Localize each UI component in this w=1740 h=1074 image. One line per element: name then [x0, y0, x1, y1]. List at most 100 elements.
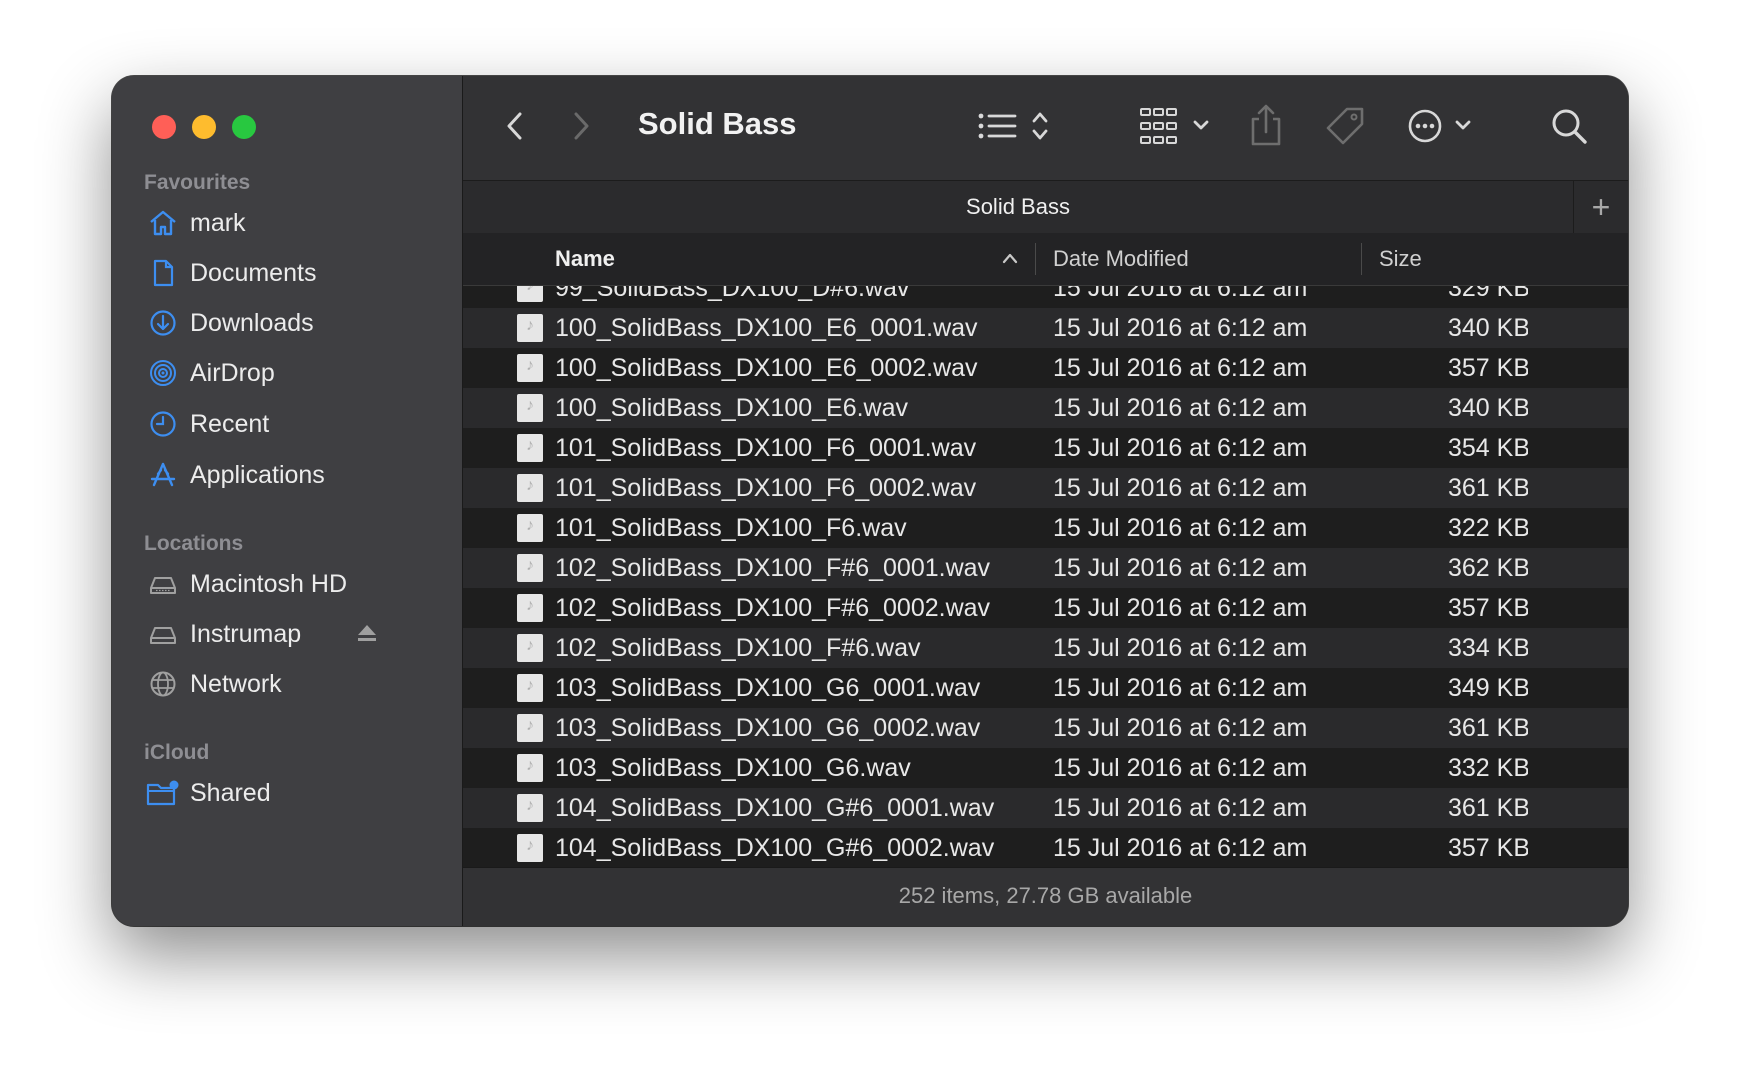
file-name: 102_SolidBass_DX100_F#6_0002.wav	[555, 594, 991, 622]
file-name: 101_SolidBass_DX100_F6.wav	[555, 514, 907, 542]
sidebar-item-label: mark	[190, 208, 246, 237]
column-divider[interactable]	[1035, 243, 1036, 275]
sidebar-item-instrumap[interactable]: Instrumap	[132, 610, 452, 658]
sidebar-item-shared[interactable]: Shared	[132, 769, 452, 817]
audio-file-icon: ♪	[517, 794, 543, 822]
column-name[interactable]: Name	[555, 233, 615, 285]
column-date-modified[interactable]: Date Modified	[1053, 233, 1189, 285]
group-button[interactable]	[1139, 106, 1215, 146]
audio-file-icon: ♪	[517, 834, 543, 862]
minimize-button[interactable]	[192, 115, 216, 139]
column-divider[interactable]	[1361, 243, 1362, 275]
ellipsis-circle-icon	[1408, 109, 1471, 143]
sidebar-item-label: Downloads	[190, 308, 314, 337]
file-date-modified: 15 Jul 2016 at 6:12 am	[1053, 434, 1308, 462]
download-icon	[146, 306, 180, 340]
file-size: 361 KB	[1448, 714, 1528, 742]
sidebar-item-downloads[interactable]: Downloads	[132, 299, 452, 347]
sidebar-item-mark[interactable]: mark	[132, 199, 452, 247]
file-date-modified: 15 Jul 2016 at 6:12 am	[1053, 554, 1308, 582]
view-options-button[interactable]	[975, 106, 1059, 146]
file-date-modified: 15 Jul 2016 at 6:12 am	[1053, 834, 1308, 862]
sidebar-item-applications[interactable]: Applications	[132, 451, 452, 499]
file-date-modified: 15 Jul 2016 at 6:12 am	[1053, 714, 1308, 742]
file-name: 100_SolidBass_DX100_E6.wav	[555, 394, 909, 422]
airdrop-icon	[146, 356, 180, 390]
table-row[interactable]: ♪ 101_SolidBass_DX100_F6.wav 15 Jul 2016 a…	[463, 508, 1628, 548]
table-row[interactable]: ♪ 104_SolidBass_DX100_G#6_0001.wav 15 Jul …	[463, 788, 1628, 828]
sidebar-item-recent[interactable]: Recent	[132, 400, 452, 448]
file-name: 103_SolidBass_DX100_G6_0001.wav	[555, 674, 981, 702]
file-size: 361 KB	[1448, 794, 1528, 822]
tab-solid-bass[interactable]: Solid Bass	[463, 181, 1573, 233]
file-name: 101_SolidBass_DX100_F6_0001.wav	[555, 434, 977, 462]
table-row[interactable]: ♪ 101_SolidBass_DX100_F6_0002.wav 15 Jul 2…	[463, 468, 1628, 508]
file-date-modified: 15 Jul 2016 at 6:12 am	[1053, 794, 1308, 822]
table-row[interactable]: ♪ 100_SolidBass_DX100_E6_0001.wav 15 Jul 2…	[463, 308, 1628, 348]
window-title: Solid Bass	[638, 106, 797, 141]
table-row[interactable]: ♪ 99_SolidBass_DX100_D#6.wav 15 Jul 2016 a…	[463, 286, 1628, 308]
file-date-modified: 15 Jul 2016 at 6:12 am	[1053, 286, 1308, 302]
audio-file-icon: ♪	[517, 434, 543, 462]
table-row[interactable]: ♪ 102_SolidBass_DX100_F#6.wav 15 Jul 2016 …	[463, 628, 1628, 668]
sidebar-item-label: Documents	[190, 258, 317, 287]
file-size: 349 KB	[1448, 674, 1528, 702]
drive-icon	[146, 567, 180, 601]
sidebar-item-airdrop[interactable]: AirDrop	[132, 349, 452, 397]
toolbar: Solid Bass	[463, 76, 1628, 180]
table-row[interactable]: ♪ 103_SolidBass_DX100_G6.wav 15 Jul 2016 a…	[463, 748, 1628, 788]
sidebar-item-label: Recent	[190, 409, 270, 438]
column-size[interactable]: Size	[1379, 233, 1422, 285]
table-row[interactable]: ♪ 100_SolidBass_DX100_E6.wav 15 Jul 2016 a…	[463, 388, 1628, 428]
share-button[interactable]	[1247, 102, 1285, 148]
sidebar-section-icloud: iCloud	[144, 741, 210, 764]
audio-file-icon: ♪	[517, 754, 543, 782]
sidebar-item-label: AirDrop	[190, 358, 275, 387]
table-row[interactable]: ♪ 101_SolidBass_DX100_F6_0001.wav 15 Jul 2…	[463, 428, 1628, 468]
file-size: 340 KB	[1448, 314, 1528, 342]
zoom-button[interactable]	[232, 115, 256, 139]
table-row[interactable]: ♪ 100_SolidBass_DX100_E6_0002.wav 15 Jul 2…	[463, 348, 1628, 388]
table-row[interactable]: ♪ 102_SolidBass_DX100_F#6_0002.wav 15 Jul …	[463, 588, 1628, 628]
sort-ascending-icon[interactable]	[1001, 251, 1019, 270]
table-row[interactable]: ♪ 103_SolidBass_DX100_G6_0001.wav 15 Jul 2…	[463, 668, 1628, 708]
file-date-modified: 15 Jul 2016 at 6:12 am	[1053, 674, 1308, 702]
grid-icon	[1140, 108, 1209, 144]
search-icon	[1552, 109, 1587, 144]
audio-file-icon: ♪	[517, 286, 543, 302]
file-list[interactable]: ♪ 99_SolidBass_DX100_D#6.wav 15 Jul 2016 a…	[463, 286, 1628, 867]
file-date-modified: 15 Jul 2016 at 6:12 am	[1053, 514, 1308, 542]
file-size: 361 KB	[1448, 474, 1528, 502]
sidebar-item-network[interactable]: Network	[132, 660, 452, 708]
close-button[interactable]	[152, 115, 176, 139]
file-date-modified: 15 Jul 2016 at 6:12 am	[1053, 474, 1308, 502]
file-size: 357 KB	[1448, 354, 1528, 382]
chevron-right-icon	[574, 112, 589, 140]
table-row[interactable]: ♪ 103_SolidBass_DX100_G6_0002.wav 15 Jul 2…	[463, 708, 1628, 748]
table-row[interactable]: ♪ 102_SolidBass_DX100_F#6_0001.wav 15 Jul …	[463, 548, 1628, 588]
tag-button[interactable]	[1325, 106, 1365, 146]
applications-icon	[146, 458, 180, 492]
file-size: 357 KB	[1448, 834, 1528, 862]
new-tab-button[interactable]: +	[1573, 181, 1628, 233]
more-actions-button[interactable]	[1407, 106, 1475, 146]
file-date-modified: 15 Jul 2016 at 6:12 am	[1053, 594, 1308, 622]
file-name: 99_SolidBass_DX100_D#6.wav	[555, 286, 910, 302]
audio-file-icon: ♪	[517, 554, 543, 582]
back-button[interactable]	[497, 108, 533, 144]
clock-icon	[146, 407, 180, 441]
sidebar-item-macintosh-hd[interactable]: Macintosh HD	[132, 560, 452, 608]
table-row[interactable]: ♪ 104_SolidBass_DX100_G#6_0002.wav 15 Jul …	[463, 828, 1628, 867]
file-size: 357 KB	[1448, 594, 1528, 622]
search-button[interactable]	[1549, 106, 1589, 146]
forward-button[interactable]	[563, 108, 599, 144]
audio-file-icon: ♪	[517, 354, 543, 382]
sidebar-item-label: Macintosh HD	[190, 569, 347, 598]
file-date-modified: 15 Jul 2016 at 6:12 am	[1053, 394, 1308, 422]
file-name: 104_SolidBass_DX100_G#6_0001.wav	[555, 794, 995, 822]
eject-icon[interactable]	[356, 622, 378, 649]
sidebar-section-favourites: Favourites	[144, 171, 251, 194]
audio-file-icon: ♪	[517, 674, 543, 702]
file-size: 354 KB	[1448, 434, 1528, 462]
sidebar-item-documents[interactable]: Documents	[132, 249, 452, 297]
